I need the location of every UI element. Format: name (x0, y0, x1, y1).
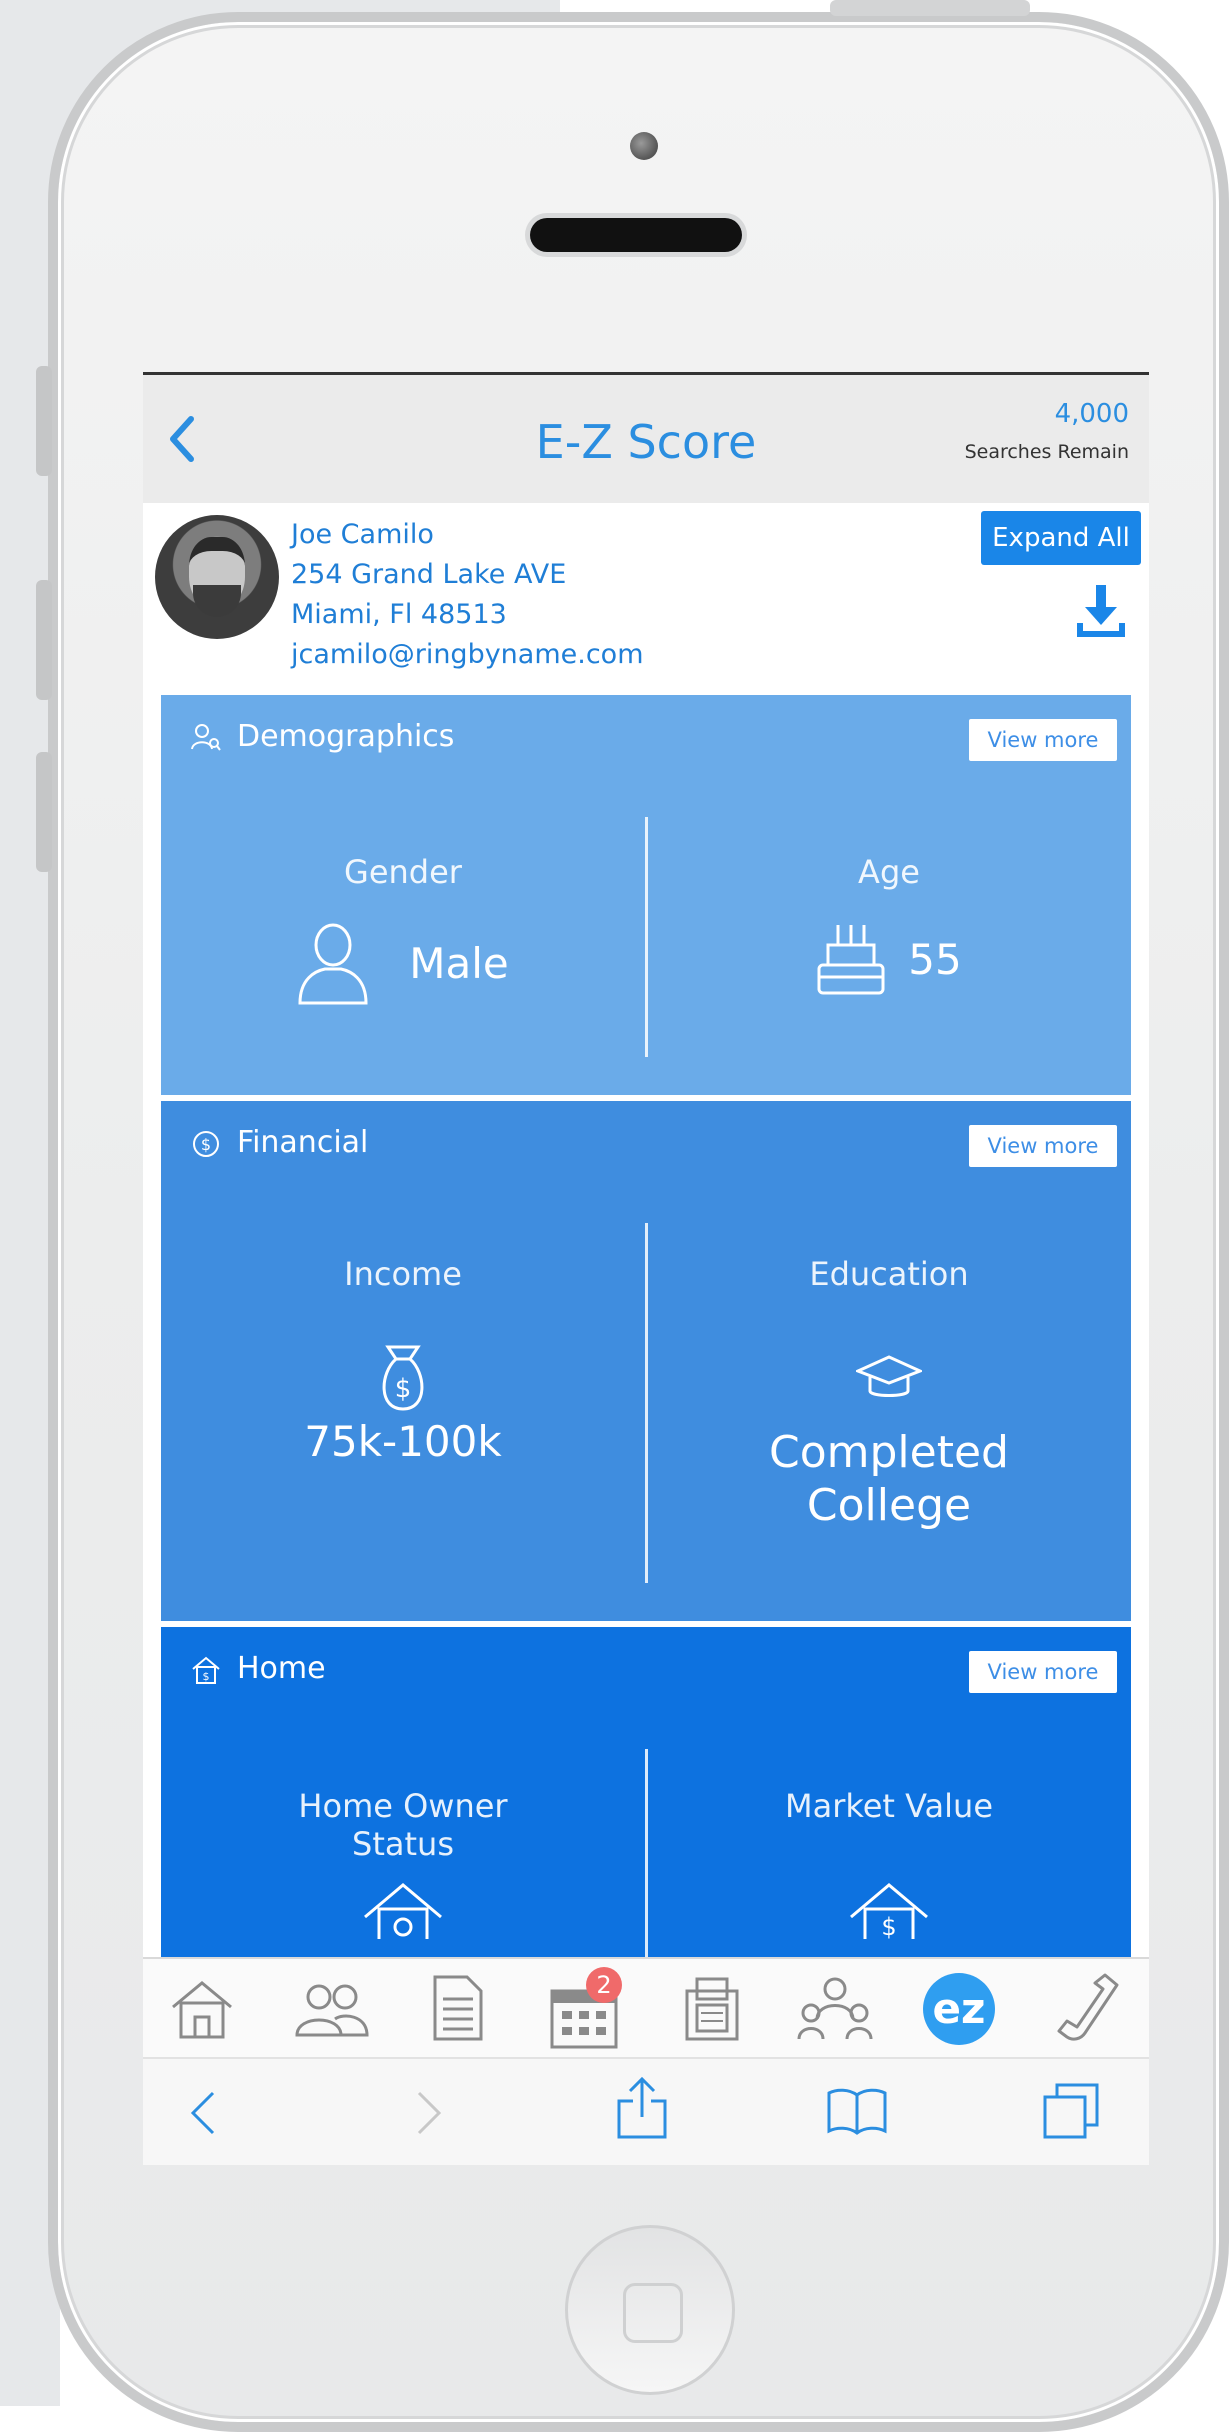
home-button[interactable] (565, 2225, 735, 2395)
app-tab-bar: 2 ez (143, 1957, 1149, 2059)
volume-up-button (36, 580, 52, 700)
financial-title: Financial (237, 1125, 369, 1160)
ez-logo-text: ez (933, 1984, 986, 2033)
financial-header: $ Financial (191, 1125, 368, 1160)
team-icon[interactable] (797, 1975, 873, 2043)
education-value-line1: Completed (769, 1427, 1009, 1478)
svg-text:$: $ (201, 1135, 211, 1154)
birthday-cake-icon (817, 925, 885, 995)
ez-logo-icon: ez (933, 1984, 986, 2033)
home-owner-label-line1: Home Owner (298, 1787, 508, 1825)
browser-toolbar (143, 2057, 1149, 2165)
svg-text:$: $ (881, 1913, 896, 1939)
gender-value: Male (409, 938, 509, 988)
house-icon (364, 1883, 442, 1951)
searches-count: 4,000 (1054, 399, 1129, 429)
fax-icon[interactable] (683, 1975, 741, 2043)
financial-section: $ Financial View more Income $ 75k-100k … (161, 1101, 1131, 1621)
profile-street: 254 Grand Lake AVE (291, 559, 567, 590)
market-value-label: Market Value (784, 1787, 994, 1825)
home-view-more-button[interactable]: View more (969, 1651, 1117, 1693)
income-label: Income (344, 1255, 462, 1293)
demographics-view-more-button[interactable]: View more (969, 719, 1117, 761)
front-camera (630, 132, 658, 160)
profile-card: Joe Camilo 254 Grand Lake AVE Miami, Fl … (143, 503, 1149, 681)
demographics-section: Demographics View more Gender Male Age 5… (161, 695, 1131, 1095)
profile-email[interactable]: jcamilo@ringbyname.com (291, 641, 644, 668)
home-owner-label-line2: Status (352, 1825, 454, 1863)
power-button (830, 0, 1030, 16)
expand-all-button[interactable]: Expand All (981, 511, 1141, 565)
demographics-header: Demographics (191, 719, 454, 754)
profile-city: Miami, Fl 48513 (291, 599, 507, 630)
back-icon[interactable] (189, 2089, 217, 2137)
profile-name: Joe Camilo (291, 519, 434, 550)
calendar-tab[interactable]: 2 (548, 1967, 628, 2053)
income-value: 75k-100k (304, 1417, 502, 1466)
age-column: Age 55 (647, 853, 1131, 997)
dollar-circle-icon: $ (193, 1130, 219, 1157)
person-icon (298, 923, 368, 1005)
financial-view-more-button[interactable]: View more (969, 1125, 1117, 1167)
download-icon[interactable] (1075, 583, 1127, 639)
bookmarks-icon[interactable] (825, 2085, 889, 2135)
tabs-icon[interactable] (1041, 2081, 1101, 2141)
home-title: Home (237, 1651, 326, 1686)
market-value-column: Market Value $ (647, 1787, 1131, 1951)
gender-column: Gender Male (161, 853, 645, 1005)
house-dollar-icon: $ (850, 1883, 928, 1951)
mute-switch (36, 366, 52, 476)
demographics-title: Demographics (237, 719, 455, 754)
calendar-badge: 2 (586, 1967, 622, 2003)
home-owner-column: Home Owner Status (161, 1787, 645, 1951)
education-value-line2: College (806, 1479, 972, 1531)
volume-down-button (36, 752, 52, 872)
forward-icon[interactable] (415, 2089, 443, 2137)
gender-label: Gender (344, 853, 462, 891)
document-icon[interactable] (431, 1973, 485, 2043)
phone-icon[interactable] (1055, 1971, 1119, 2045)
nav-bar: E-Z Score 4,000 Searches Remain (143, 375, 1149, 503)
svg-text:$: $ (203, 1670, 210, 1683)
searches-label: Searches Remain (964, 441, 1129, 463)
home-header: $ Home (191, 1651, 326, 1686)
age-value: 55 (908, 934, 962, 984)
graduation-cap-icon (854, 1355, 924, 1397)
svg-text:$: $ (395, 1374, 412, 1404)
contacts-icon[interactable] (293, 1979, 371, 2039)
app-screen: E-Z Score 4,000 Searches Remain Joe Cami… (143, 372, 1149, 2165)
ez-icon[interactable]: ez (923, 1973, 995, 2045)
house-dollar-small-icon: $ (192, 1656, 220, 1684)
education-label: Education (809, 1255, 969, 1293)
user-search-icon (191, 723, 221, 751)
money-bag-icon: $ (382, 1345, 424, 1411)
avatar (155, 515, 279, 639)
earpiece-speaker (530, 218, 742, 252)
income-column: Income $ 75k-100k (161, 1255, 645, 1466)
share-icon[interactable] (615, 2075, 669, 2141)
home-icon[interactable] (171, 1979, 233, 2039)
age-label: Age (858, 853, 920, 891)
education-column: Education Completed College (647, 1255, 1131, 1533)
